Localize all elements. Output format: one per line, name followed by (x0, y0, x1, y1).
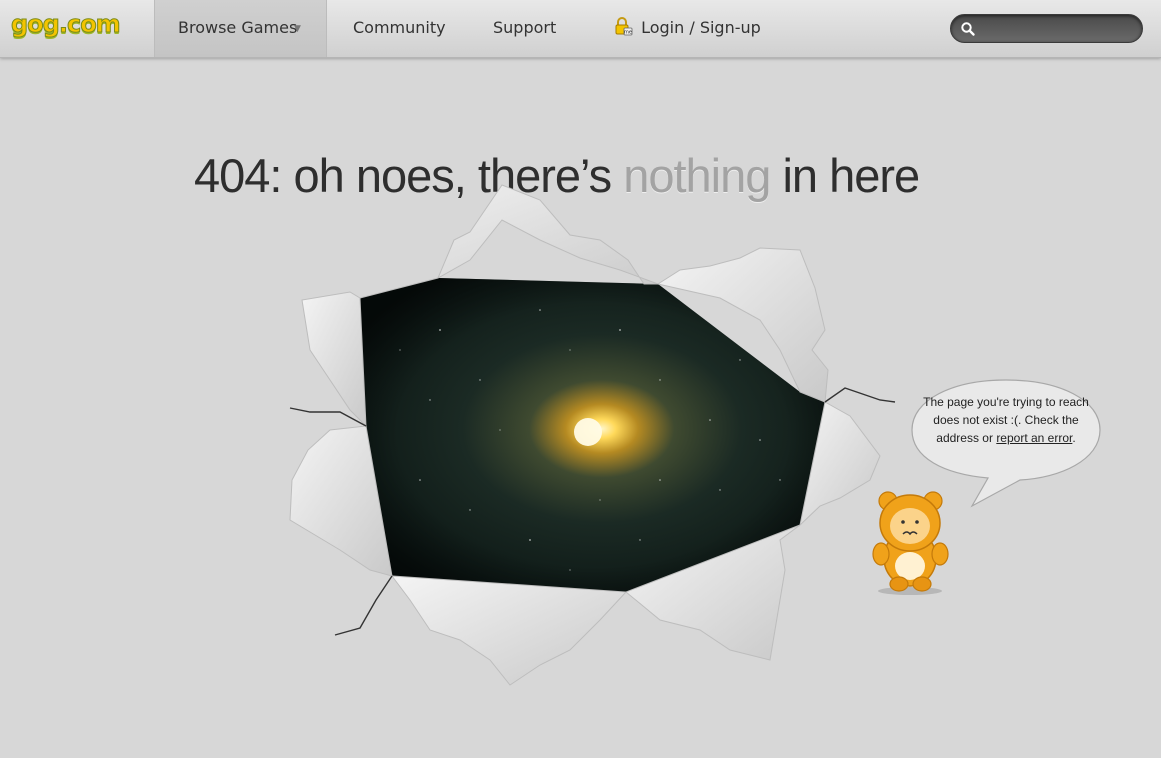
search-box[interactable] (950, 14, 1143, 43)
nav-browse-games-label[interactable]: Browse Games (178, 0, 297, 56)
search-input[interactable] (979, 17, 1138, 42)
gog-logo[interactable]: gog.com (0, 0, 155, 57)
bubble-message: The page you're trying to reach does not… (918, 393, 1094, 447)
top-navigation-bar: gog.com Browse Games ▼ Community Support… (0, 0, 1161, 58)
nav-support[interactable]: Support (493, 0, 556, 57)
lock-icon: me (615, 16, 633, 35)
nav-login-signup[interactable]: me Login / Sign-up (613, 0, 761, 57)
torn-paper-hole-illustration (289, 184, 896, 686)
report-error-link[interactable]: report an error (996, 431, 1072, 445)
speech-bubble: The page you're trying to reach does not… (910, 378, 1102, 508)
sad-mascot-icon (872, 491, 949, 595)
search-icon (961, 22, 975, 36)
nav-login-label[interactable]: Login / Sign-up (641, 18, 761, 37)
bubble-text-end: . (1072, 431, 1076, 445)
logo-text[interactable]: gog.com (11, 9, 122, 39)
nav-browse-games[interactable]: Browse Games ▼ (155, 0, 327, 57)
nav-community[interactable]: Community (353, 0, 446, 57)
svg-text:me: me (624, 29, 632, 35)
caret-down-icon: ▼ (294, 24, 301, 34)
